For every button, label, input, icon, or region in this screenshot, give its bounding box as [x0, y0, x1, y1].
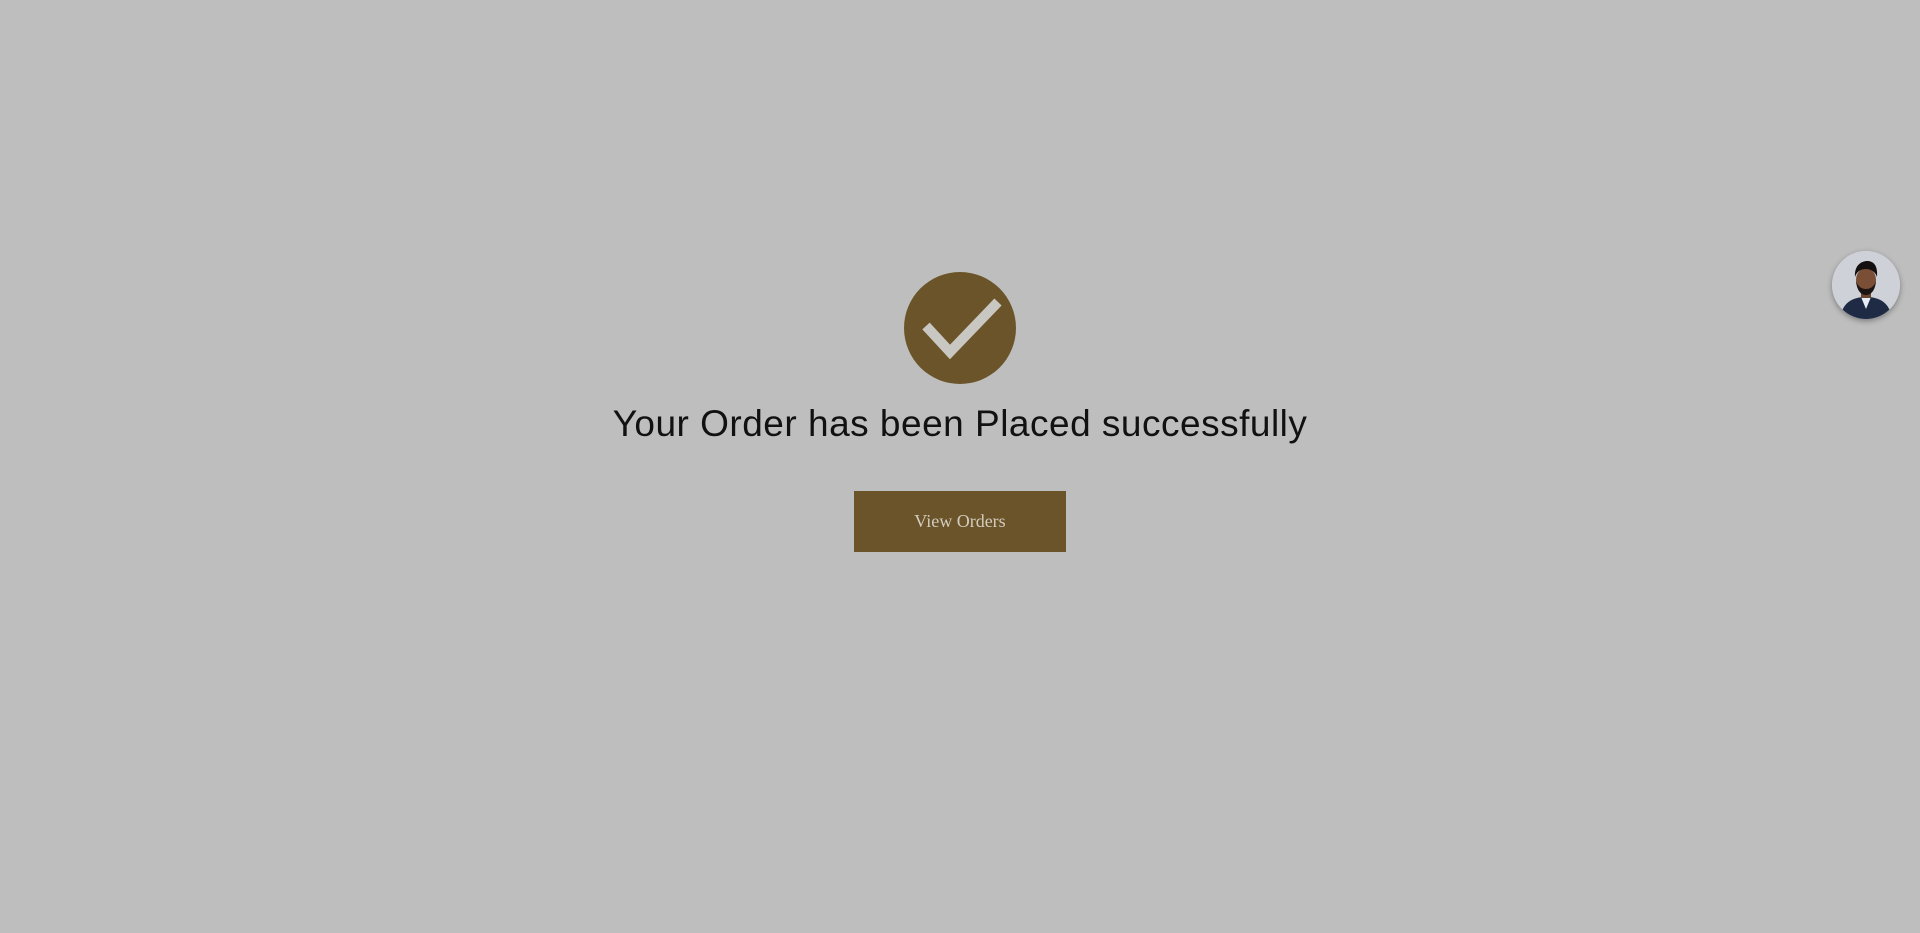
- check-circle-icon: [904, 272, 1016, 384]
- order-success-panel: Your Order has been Placed successfully …: [0, 0, 1920, 933]
- order-success-message: Your Order has been Placed successfully: [612, 403, 1308, 444]
- checkmark-icon: [922, 298, 1002, 360]
- avatar-icon: [1832, 251, 1900, 319]
- view-orders-button[interactable]: View Orders: [854, 491, 1066, 552]
- chat-avatar-button[interactable]: [1832, 251, 1900, 319]
